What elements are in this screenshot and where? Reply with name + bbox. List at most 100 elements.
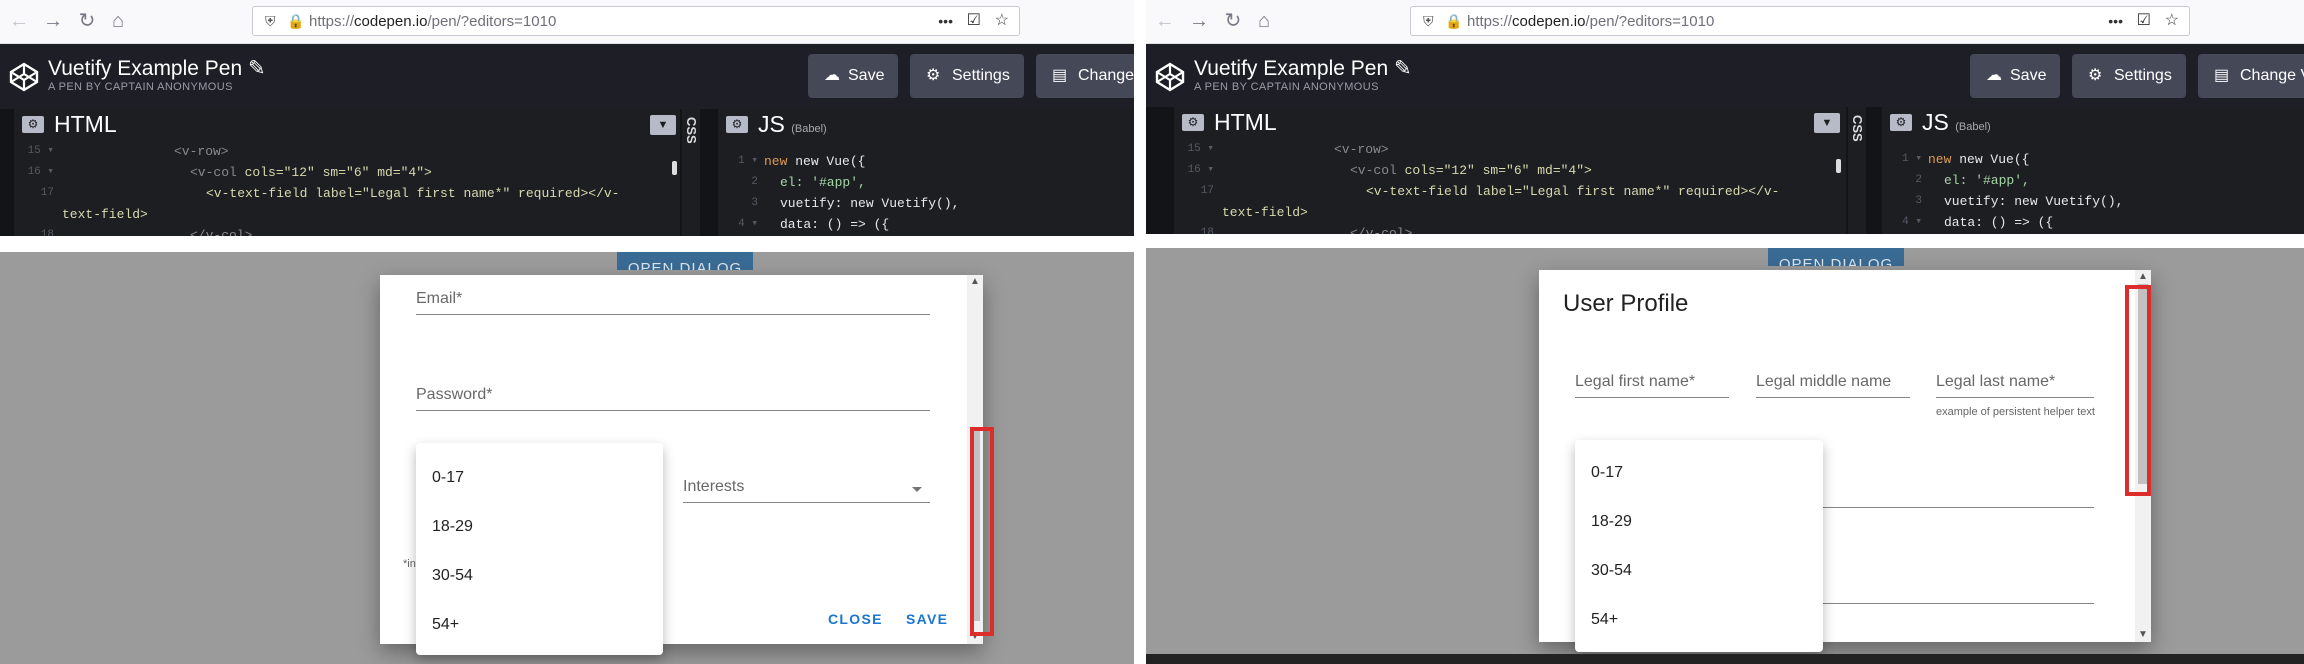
js-settings-gear-icon[interactable]: ⚙ (1890, 114, 1912, 131)
code-line: 3 vuetify: new Vuetify(), (751, 196, 960, 211)
reload-icon[interactable]: ↻ (1222, 11, 1244, 31)
layout-icon: ▤ (2214, 67, 2230, 84)
save-button[interactable]: ☁ Save (808, 54, 898, 98)
close-button[interactable]: CLOSE (828, 611, 883, 627)
pen-title[interactable]: Vuetify Example Pen ✎ (48, 57, 266, 81)
js-editor-header: ⚙ JS (Babel) (1882, 107, 2304, 137)
css-editor-tab[interactable]: CSS (1848, 107, 1866, 234)
home-icon[interactable]: ⌂ (1253, 11, 1275, 31)
scroll-up-icon[interactable]: ▲ (2135, 270, 2151, 284)
gear-icon: ⚙ (2088, 67, 2103, 84)
menu-item[interactable]: 18-29 (1591, 513, 1632, 531)
open-dialog-button[interactable]: OPEN DIALOG (1768, 248, 1904, 266)
bookmark-star-icon[interactable]: ☆ (995, 12, 1009, 30)
url-text: https://codepen.io/pen/?editors=1010 (309, 13, 557, 30)
code-line: 15 ▾ <v-row> (1187, 142, 1389, 157)
editor-row: ⚙ HTML ▼ 15 ▾ <v-row> 16 ▾ <v-col cols="12… (0, 109, 1134, 236)
html-settings-gear-icon[interactable]: ⚙ (1182, 114, 1204, 131)
pencil-icon[interactable]: ✎ (248, 57, 266, 80)
save-button[interactable]: ☁ Save (1970, 54, 2060, 98)
last-name-field[interactable]: Legal last name* (1936, 366, 2094, 398)
html-editor-header: ⚙ HTML ▼ (1174, 107, 1846, 137)
code-line: 4 ▾ data: () => ({ (738, 217, 890, 232)
code-line: 16 ▾ <v-col cols="12" sm="6" md="4"> (27, 165, 432, 180)
browser-toolbar: ← → ↻ ⌂ ⛨ 🔒 https://codepen.io/pen/?edit… (1146, 0, 2304, 44)
js-editor[interactable]: ⚙ JS (Babel) 1 ▾ new new Vue({ 2 el: '#app… (718, 109, 1134, 236)
lock-icon: 🔒 (287, 13, 305, 29)
code-line: 2 el: '#app', (1915, 173, 2030, 188)
pocket-icon[interactable]: ☑ (967, 12, 981, 30)
code-line: 17 <v-text-field label="Legal first name*… (1200, 184, 1780, 199)
html-settings-gear-icon[interactable]: ⚙ (22, 116, 44, 133)
css-editor-tab[interactable]: CSS (682, 109, 700, 236)
codepen-logo-icon (9, 62, 39, 92)
first-name-field[interactable]: Legal first name* (1575, 366, 1729, 398)
settings-button[interactable]: ⚙ Settings (2072, 54, 2186, 98)
reload-icon[interactable]: ↻ (76, 11, 98, 31)
url-bar[interactable]: ⛨ 🔒 https://codepen.io/pen/?editors=1010… (252, 6, 1020, 36)
chevron-down-icon[interactable]: ▼ (1814, 113, 1840, 133)
code-line: 3 vuetify: new Vuetify(), (1915, 194, 2124, 209)
right-screenshot: ← → ↻ ⌂ ⛨ 🔒 https://codepen.io/pen/?edit… (1146, 0, 2304, 664)
html-editor[interactable]: ⚙ HTML ▼ 15 ▾ <v-row> 16 ▾ <v-col cols="12… (14, 109, 680, 236)
code-line: 18 </v-col> (40, 228, 253, 236)
menu-item[interactable]: 0-17 (432, 469, 464, 487)
js-settings-gear-icon[interactable]: ⚙ (726, 116, 748, 133)
html-editor-title: HTML (54, 111, 117, 137)
scroll-up-icon[interactable]: ▲ (967, 275, 983, 289)
editor-scrollbar[interactable] (1836, 159, 1841, 173)
menu-item[interactable]: 0-17 (1591, 464, 1623, 482)
html-editor-title: HTML (1214, 109, 1277, 135)
settings-button[interactable]: ⚙ Settings (910, 54, 1024, 98)
menu-item[interactable]: 54+ (432, 616, 459, 634)
url-bar[interactable]: ⛨ 🔒 https://codepen.io/pen/?editors=1010… (1410, 6, 2190, 36)
codepen-header: Vuetify Example Pen ✎ A PEN BY CAPTAIN A… (0, 44, 1134, 109)
menu-item[interactable]: 18-29 (432, 518, 473, 536)
back-icon[interactable]: ← (8, 11, 30, 31)
forward-icon[interactable]: → (42, 11, 64, 31)
interests-select[interactable]: Interests (683, 471, 930, 503)
code-line: 18 </v-col> (1200, 226, 1413, 234)
password-field[interactable]: Password* (416, 379, 930, 411)
menu-item[interactable]: 54+ (1591, 611, 1618, 629)
change-view-button[interactable]: ▤ Change V (2198, 54, 2304, 98)
page-actions-icon[interactable]: ••• (2108, 12, 2123, 30)
home-icon[interactable]: ⌂ (107, 11, 129, 31)
age-dropdown-menu: 0-17 18-29 30-54 54+ (1575, 440, 1823, 652)
email-field[interactable]: Email* (416, 283, 930, 315)
code-line: text-field> (62, 207, 148, 222)
js-editor[interactable]: ⚙ JS (Babel) 1 ▾ new new Vue({ 2 el: '#app… (1882, 107, 2304, 234)
pen-title[interactable]: Vuetify Example Pen ✎ (1194, 57, 1412, 81)
page-actions-icon[interactable]: ••• (938, 12, 953, 30)
scroll-down-icon[interactable]: ▼ (2135, 628, 2151, 642)
code-line: 2 el: '#app', (751, 175, 866, 190)
codepen-logo-icon (1155, 62, 1185, 92)
code-line: 1 ▾ new new Vue({ (1902, 152, 2030, 167)
chevron-down-icon[interactable]: ▼ (650, 115, 676, 135)
pencil-icon[interactable]: ✎ (1394, 57, 1412, 80)
html-editor[interactable]: ⚙ HTML ▼ 15 ▾ <v-row> 16 ▾ <v-col cols="12… (1174, 107, 1846, 234)
js-editor-title: JS (Babel) (1922, 109, 1991, 135)
menu-item[interactable]: 30-54 (1591, 562, 1632, 580)
open-dialog-button[interactable]: OPEN DIALOG (617, 252, 753, 270)
js-editor-header: ⚙ JS (Babel) (718, 109, 1134, 139)
code-line: 16 ▾ <v-col cols="12" sm="6" md="4"> (1187, 163, 1592, 178)
page-bottom-bar (1146, 654, 2304, 664)
pocket-icon[interactable]: ☑ (2137, 12, 2151, 30)
back-icon[interactable]: ← (1154, 11, 1176, 31)
dialog-title: User Profile (1563, 290, 1689, 317)
bookmark-star-icon[interactable]: ☆ (2165, 12, 2179, 30)
age-dropdown-menu: 0-17 18-29 30-54 54+ (416, 443, 663, 655)
cloud-icon: ☁ (824, 67, 840, 84)
change-view-button[interactable]: ▤ Change V (1036, 54, 1134, 98)
shield-icon: ⛨ (265, 13, 276, 29)
codepen-header: Vuetify Example Pen ✎ A PEN BY CAPTAIN A… (1146, 44, 2304, 109)
menu-item[interactable]: 30-54 (432, 567, 473, 585)
editor-scrollbar[interactable] (672, 161, 677, 175)
middle-name-field[interactable]: Legal middle name (1756, 366, 1910, 398)
browser-toolbar: ← → ↻ ⌂ ⛨ 🔒 https://codepen.io/pen/?edit… (0, 0, 1134, 44)
save-button[interactable]: SAVE (906, 611, 948, 627)
forward-icon[interactable]: → (1188, 11, 1210, 31)
code-line: 4 ▾ data: () => ({ (1902, 215, 2054, 230)
last-name-hint: example of persistent helper text (1936, 406, 2095, 418)
